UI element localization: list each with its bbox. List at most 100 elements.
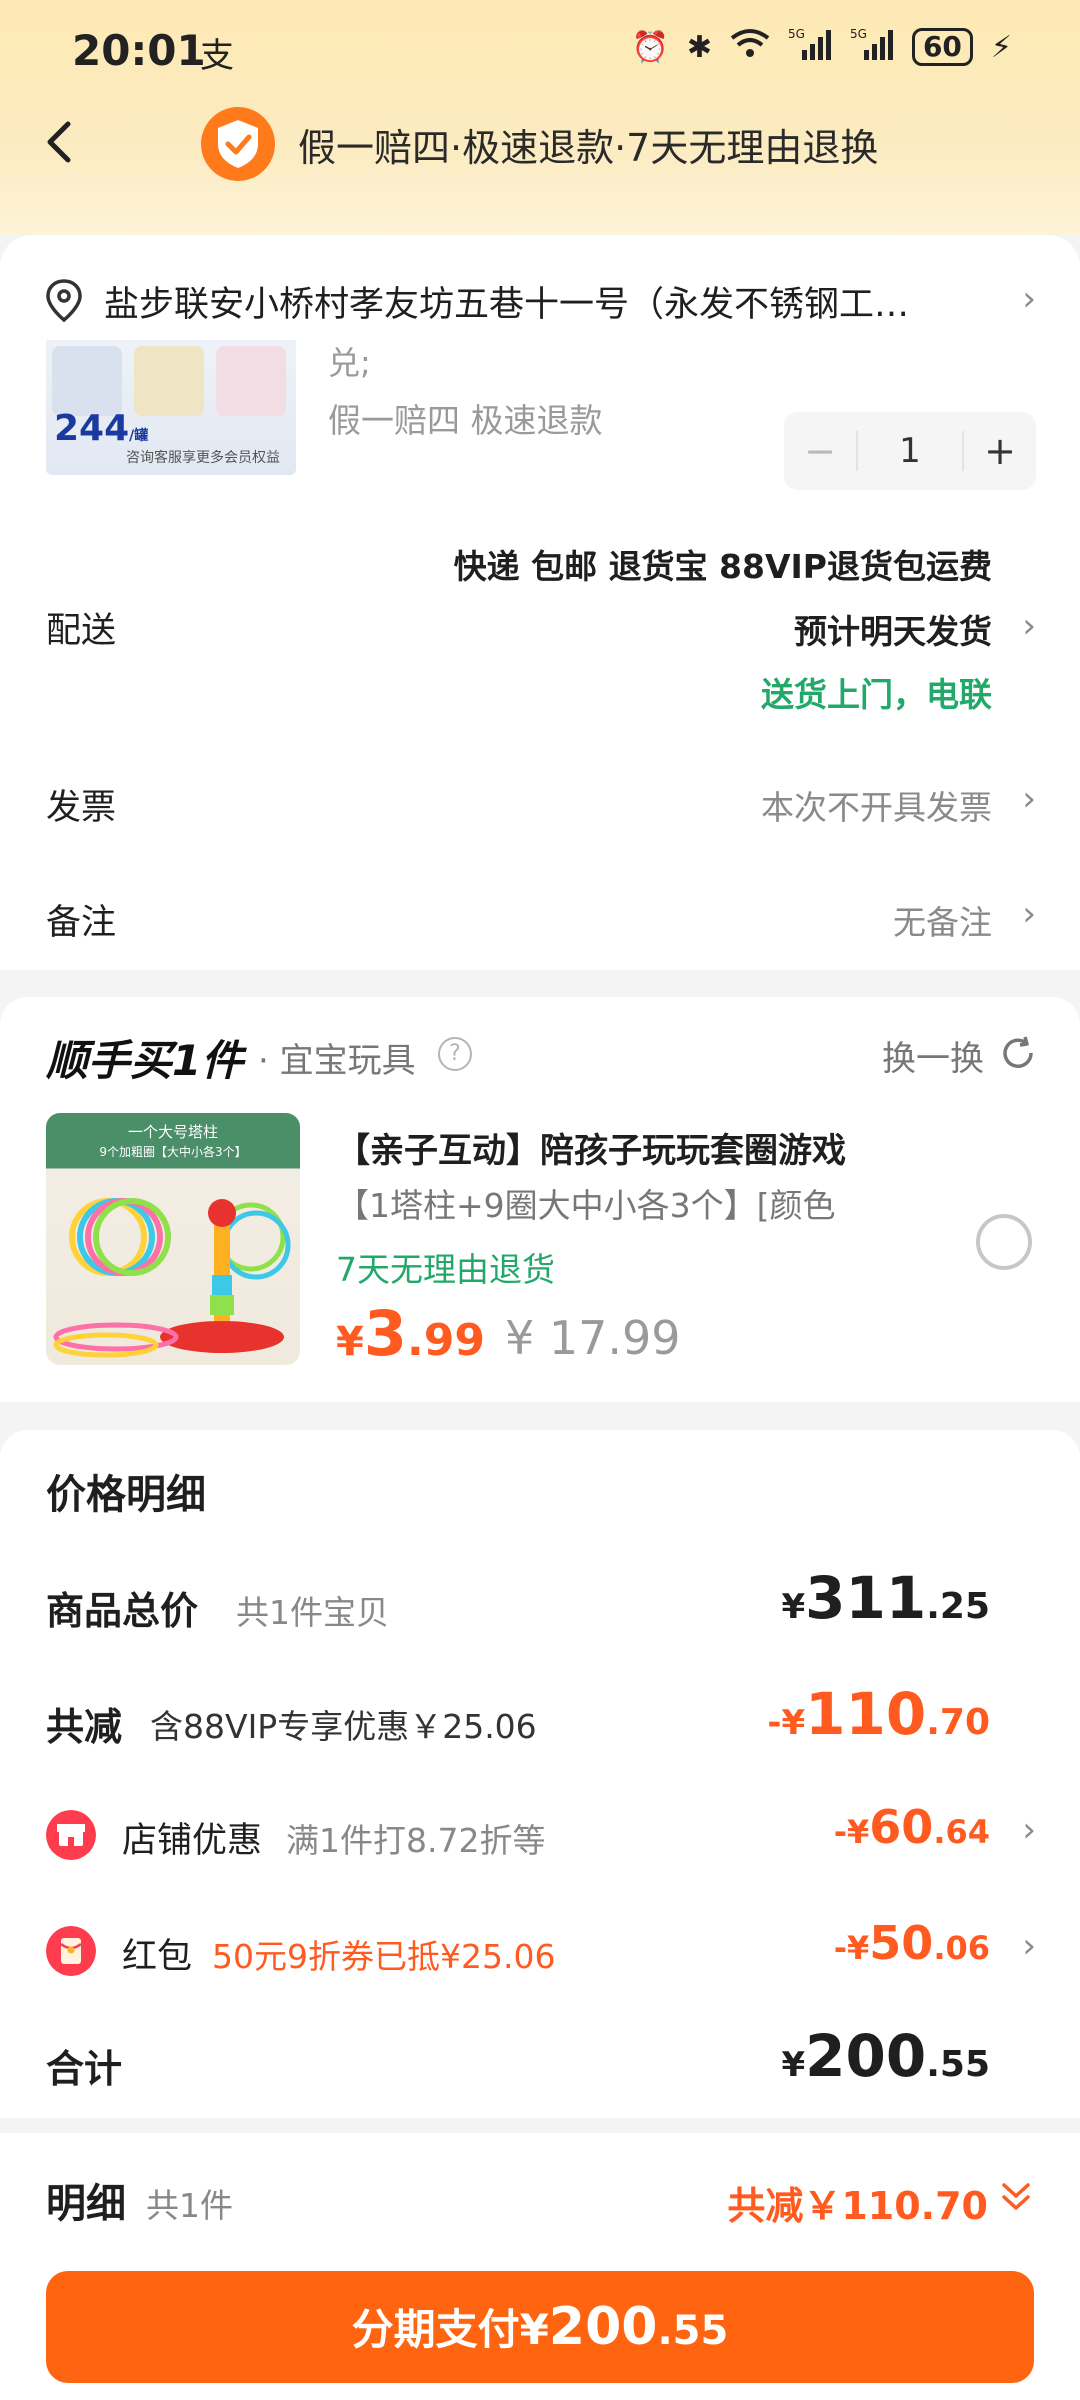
sum-currency: ¥ (781, 2045, 806, 2085)
double-chevron-down-icon[interactable] (996, 2177, 1036, 2217)
shop-discount-value[interactable]: -¥60.64 (834, 1800, 990, 1854)
detail-label: 明细 (46, 2181, 126, 2227)
total-currency: ¥ (781, 1587, 806, 1627)
delivery-chevron-icon[interactable]: › (1022, 606, 1036, 646)
red-packet-icon (46, 1926, 96, 1976)
total-int: 311 (805, 1564, 927, 1632)
address-row[interactable]: 盐步联安小桥村孝友坊五巷十一号（永发不锈钢工… (44, 271, 1044, 331)
reduce-int: 110 (805, 1680, 927, 1748)
total-sub: 共1件宝贝 (236, 1593, 389, 1632)
remark-value[interactable]: 无备注 (893, 896, 992, 944)
reduce-label: 共减 (46, 1705, 123, 1749)
total-value: ¥311.25 (781, 1564, 990, 1632)
invoice-label: 发票 (46, 788, 117, 828)
network-label-2: 5G (850, 27, 867, 41)
product-image-price-value: 244 (54, 408, 130, 449)
help-icon[interactable]: ? (438, 1037, 472, 1071)
add-on-title[interactable]: 【亲子互动】陪孩子玩玩套圈游戏 (336, 1123, 846, 1172)
red-packet-label: 红包 (122, 1937, 193, 1977)
product-image[interactable]: 244/罐 咨询客服享更多会员权益 (46, 340, 296, 475)
add-on-product-image[interactable]: 一个大号塔柱 9个加粗圈【大中小各3个】 (46, 1113, 300, 1365)
trust-text: 假一赔四·极速退款·7天无理由退换 (298, 125, 879, 170)
add-on-card: 顺手买1件 · 宜宝玩具 ? 换一换 一个大号塔柱 9个加粗圈【大中小各3个】 … (0, 997, 1080, 1402)
pay-button-int: 200 (548, 2297, 658, 2357)
reduce-sub: 含88VIP专享优惠￥25.06 (150, 1707, 537, 1746)
delivery-eta[interactable]: 预计明天发货 (794, 605, 992, 653)
shop-discount-int: 60 (869, 1800, 934, 1854)
delivery-label: 配送 (46, 611, 117, 651)
signal-icon-1: 5G (788, 26, 832, 68)
reduce-dec: .70 (926, 1702, 990, 1743)
back-button[interactable] (38, 112, 78, 172)
product-image-caption: 咨询客服享更多会员权益 (126, 450, 280, 466)
pay-button-dec: .55 (657, 2308, 729, 2354)
delivery-services: 快递 包邮 退货宝 88VIP退货包运费 (453, 547, 992, 586)
delivery-note: 送货上门，电联 (761, 675, 992, 714)
checkout-bar: 明细 共1件 共减￥110.70 分期支付¥200.55 (0, 2133, 1080, 2400)
quantity-minus-button[interactable]: − (784, 429, 856, 473)
product-service-tags: 假一赔四 极速退款 (328, 401, 603, 440)
invoice-chevron-icon[interactable]: › (1022, 779, 1036, 819)
status-icons: ⏰ ✱ 5G 5G 60 ⚡ (631, 26, 1012, 68)
detail-discount[interactable]: 共减￥110.70 (727, 2175, 988, 2230)
sum-dec: .55 (926, 2044, 990, 2085)
sum-value: ¥200.55 (781, 2022, 990, 2090)
shield-check-icon (201, 107, 275, 181)
product-image-block-2 (134, 346, 204, 416)
invoice-value[interactable]: 本次不开具发票 (761, 781, 992, 829)
page-header: 20:01 支 ⏰ ✱ 5G 5G 60 ⚡ 假一赔四·极速退款·7天无理由退换 (0, 0, 1080, 235)
red-packet-chevron-icon[interactable]: › (1022, 1926, 1036, 1966)
red-packet-value[interactable]: -¥50.06 (834, 1916, 990, 1970)
alipay-status-icon: 支 (200, 36, 234, 76)
charging-icon: ⚡ (990, 29, 1012, 65)
signal-icon-2: 5G (850, 26, 894, 68)
add-on-shop-name: · 宜宝玩具 (258, 1041, 416, 1081)
shop-discount-chevron-icon[interactable]: › (1022, 1810, 1036, 1850)
refresh-icon[interactable] (998, 1033, 1038, 1073)
swap-button[interactable]: 换一换 (882, 1031, 984, 1080)
price-detail-title: 价格明细 (46, 1472, 206, 1518)
reduce-prefix: -¥ (767, 1703, 806, 1743)
shop-discount-sub: 满1件打8.72折等 (286, 1821, 546, 1860)
remark-chevron-icon[interactable]: › (1022, 894, 1036, 934)
pay-button-label: 分期支付¥ (351, 2305, 549, 2354)
quantity-stepper: − 1 + (784, 412, 1036, 490)
chevron-right-icon: › (1022, 279, 1036, 319)
back-arrow-icon (47, 121, 71, 163)
bluetooth-icon: ✱ (686, 29, 712, 65)
add-on-price-int: 3 (363, 1297, 407, 1370)
shop-discount-prefix: -¥ (833, 1813, 870, 1851)
add-on-price: ¥3.99 (336, 1297, 485, 1370)
add-on-original-price: ¥ 17.99 (505, 1311, 681, 1365)
reduce-value: -¥110.70 (767, 1680, 990, 1748)
wifi-icon (730, 28, 770, 66)
red-packet-prefix: -¥ (833, 1929, 870, 1967)
add-on-return-badge: 7天无理由退货 (336, 1250, 555, 1289)
add-on-price-currency: ¥ (336, 1319, 364, 1365)
sum-label: 合计 (46, 2047, 123, 2091)
ring-toss-illustration (53, 1198, 291, 1358)
add-on-image-caption: 一个大号塔柱 (127, 1123, 218, 1141)
sum-int: 200 (805, 2022, 927, 2090)
add-on-logo: 顺手买1件 (46, 1036, 244, 1085)
store-icon (46, 1810, 96, 1860)
add-on-spec[interactable]: 【1塔柱+9圈大中小各3个】[颜色 (336, 1179, 836, 1227)
price-detail-card: 价格明细 商品总价 共1件宝贝 ¥311.25 共减 含88VIP专享优惠￥25… (0, 1430, 1080, 2118)
total-dec: .25 (926, 1586, 990, 1627)
red-packet-dec: .06 (933, 1929, 990, 1967)
add-on-select-radio[interactable] (976, 1214, 1032, 1270)
status-bar: 20:01 支 ⏰ ✱ 5G 5G 60 ⚡ (0, 0, 1080, 100)
trust-banner: 假一赔四·极速退款·7天无理由退换 (200, 106, 878, 182)
quantity-value[interactable]: 1 (856, 431, 964, 471)
quantity-plus-button[interactable]: + (964, 429, 1036, 473)
address-text: 盐步联安小桥村孝友坊五巷十一号（永发不锈钢工… (104, 284, 910, 325)
remark-label: 备注 (46, 903, 117, 943)
location-pin-icon (46, 279, 82, 323)
product-image-price-unit: /罐 (129, 428, 149, 444)
product-image-block-1 (52, 346, 122, 416)
shop-discount-label: 店铺优惠 (122, 1821, 263, 1861)
installment-pay-button[interactable]: 分期支付¥200.55 (46, 2271, 1034, 2383)
add-on-price-dec: .99 (406, 1315, 485, 1366)
network-label-1: 5G (788, 27, 805, 41)
red-packet-int: 50 (869, 1916, 934, 1970)
